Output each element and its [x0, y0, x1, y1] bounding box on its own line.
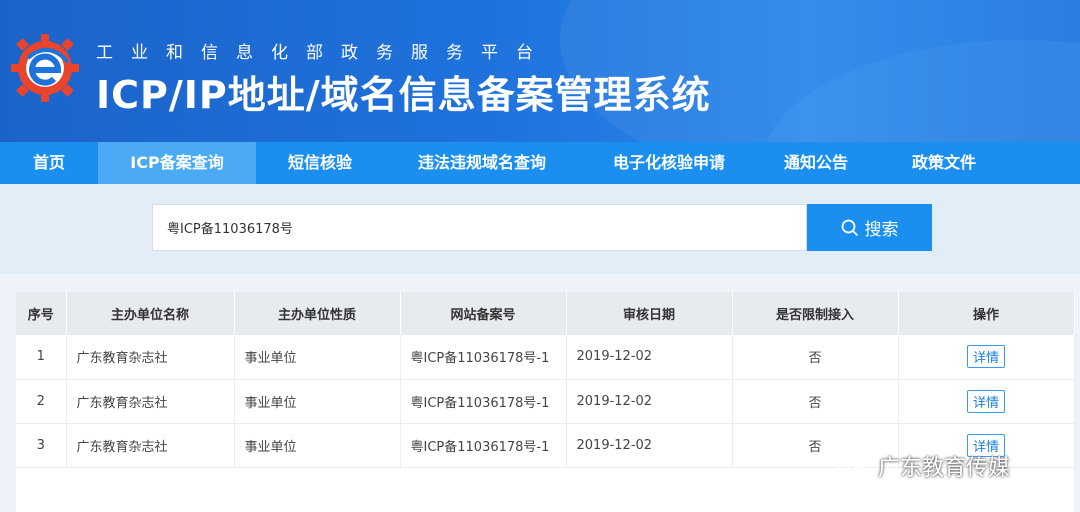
column-header: 主办单位性质 — [234, 292, 401, 335]
nav-item-e-verify[interactable]: 电子化核验申请 — [580, 142, 758, 184]
watermark-text: 广东教育传媒 — [878, 456, 1011, 481]
nav-item-sms-verify[interactable]: 短信核验 — [256, 142, 384, 184]
table-row: 1 广东教育杂志社 事业单位 粤ICP备11036178号-1 2019-12-… — [16, 335, 1075, 380]
row-index: 2 — [16, 379, 67, 424]
sponsor-nature: 事业单位 — [234, 335, 401, 380]
nav-item-illegal-domain[interactable]: 违法违规域名查询 — [384, 142, 580, 184]
nav-item-icp-query[interactable]: ICP备案查询 — [98, 142, 256, 184]
column-header: 审核日期 — [566, 292, 733, 335]
sponsor-nature: 事业单位 — [234, 423, 401, 468]
record-number: 粤ICP备11036178号-1 — [400, 379, 567, 424]
detail-button[interactable]: 详情 — [966, 345, 1005, 369]
sponsor-nature: 事业单位 — [234, 379, 401, 424]
restricted-access: 否 — [732, 335, 899, 380]
search-button-label: 搜索 — [864, 220, 899, 240]
detail-button[interactable]: 详情 — [966, 389, 1005, 413]
nav-item-home[interactable]: 首页 — [0, 142, 98, 184]
sponsor-name: 广东教育杂志社 — [66, 379, 235, 424]
search-button[interactable]: 搜索 — [807, 204, 932, 251]
nav-item-notices[interactable]: 通知公告 — [758, 142, 874, 184]
review-date: 2019-12-02 — [566, 335, 733, 380]
review-date: 2019-12-02 — [566, 379, 733, 424]
results-table: 序号 主办单位名称 主办单位性质 网站备案号 审核日期 是否限制接入 操作 1 … — [16, 292, 1075, 468]
row-index: 1 — [16, 335, 67, 380]
sponsor-name: 广东教育杂志社 — [66, 423, 235, 468]
column-header: 是否限制接入 — [732, 292, 899, 335]
search-icon — [841, 219, 858, 236]
search-input[interactable] — [152, 204, 807, 251]
row-index: 3 — [16, 423, 67, 468]
record-number: 粤ICP备11036178号-1 — [400, 423, 567, 468]
header-banner: 工业和信息化部政务服务平台 ICP/IP地址/域名信息备案管理系统 — [0, 0, 1080, 142]
column-header: 序号 — [16, 292, 67, 335]
wechat-icon — [837, 453, 869, 478]
sponsor-name: 广东教育杂志社 — [66, 335, 235, 380]
record-number: 粤ICP备11036178号-1 — [400, 335, 567, 380]
table-row: 2 广东教育杂志社 事业单位 粤ICP备11036178号-1 2019-12-… — [16, 379, 1075, 424]
header-title: ICP/IP地址/域名信息备案管理系统 — [96, 73, 711, 117]
column-header: 操作 — [898, 292, 1075, 335]
review-date: 2019-12-02 — [566, 423, 733, 468]
main-nav: 首页 ICP备案查询 短信核验 违法违规域名查询 电子化核验申请 通知公告 政策… — [0, 142, 1080, 184]
header-subtitle: 工业和信息化部政务服务平台 — [96, 43, 551, 63]
search-area: 搜索 — [0, 184, 1080, 274]
nav-item-policy[interactable]: 政策文件 — [874, 142, 1014, 184]
action-cell: 详情 — [898, 379, 1075, 424]
column-header: 主办单位名称 — [66, 292, 235, 335]
table-header-row: 序号 主办单位名称 主办单位性质 网站备案号 审核日期 是否限制接入 操作 — [16, 292, 1075, 335]
miit-logo-icon — [11, 34, 79, 102]
watermark: 广东教育传媒 — [836, 450, 1010, 482]
column-header: 网站备案号 — [400, 292, 567, 335]
action-cell: 详情 — [898, 335, 1075, 380]
restricted-access: 否 — [732, 379, 899, 424]
